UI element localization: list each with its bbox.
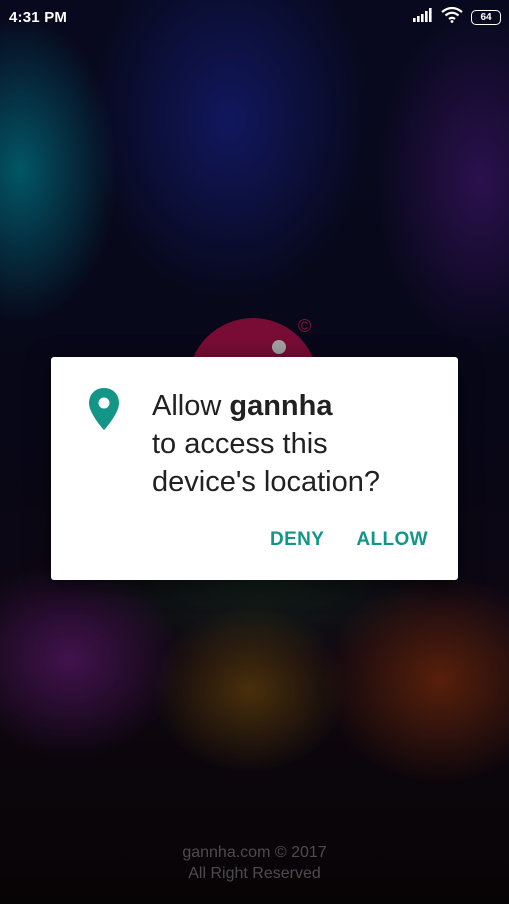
message-prefix: Allow: [152, 390, 230, 422]
battery-level: 64: [480, 11, 492, 23]
allow-button[interactable]: ALLOW: [356, 529, 428, 551]
footer: gannha.com © 2017 All Right Reserved: [0, 842, 509, 884]
signal-icon: [413, 7, 433, 27]
status-bar: 4:31 PM 64: [0, 0, 509, 34]
footer-copyright: gannha.com © 2017: [182, 844, 327, 861]
dialog-message-line1: Allow gannha: [152, 387, 442, 425]
dialog-message-line3: device's location?: [152, 466, 381, 498]
app-name: gannha: [229, 390, 333, 422]
dialog-actions: DENY ALLOW: [270, 529, 428, 551]
location-pin-icon: [87, 387, 121, 431]
wifi-icon: [441, 6, 463, 28]
dialog-message: Allow gannha to access this device's loc…: [152, 387, 442, 501]
battery-icon: 64: [471, 9, 501, 25]
location-permission-dialog: Allow gannha to access this device's loc…: [51, 357, 458, 580]
deny-button[interactable]: DENY: [270, 529, 324, 551]
dialog-message-line2: to access this: [152, 428, 328, 460]
footer-rights: All Right Reserved: [188, 865, 321, 882]
status-time: 4:31 PM: [9, 9, 68, 26]
status-icons: 64: [413, 6, 501, 28]
